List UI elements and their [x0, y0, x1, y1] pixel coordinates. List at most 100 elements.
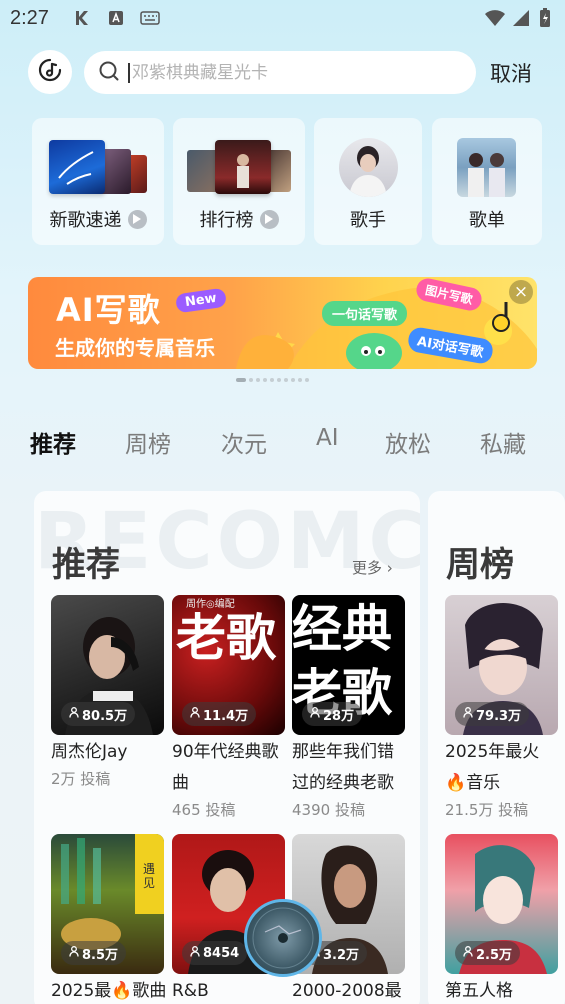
play-count: 28万	[323, 708, 355, 724]
more-link[interactable]: 更多 ›	[352, 557, 393, 578]
search-icon	[98, 60, 120, 86]
keyboard-icon	[140, 9, 160, 27]
playlist-cover: 79.3万	[445, 595, 558, 735]
user-icon	[190, 706, 200, 722]
play-count-badge: 8454	[182, 941, 248, 965]
playlist-subtitle: 21.5万 投稿	[445, 801, 529, 819]
panel-title: 推荐	[52, 545, 120, 585]
new-songs-thumbnail	[49, 140, 149, 196]
wifi-icon	[483, 9, 507, 27]
play-icon	[259, 209, 279, 229]
user-icon	[463, 706, 473, 722]
play-count-badge: 8.5万	[61, 941, 127, 965]
playlist-cover: 遇见 8.5万	[51, 834, 164, 974]
charts-thumbnail	[187, 140, 291, 196]
playlist-title: 90年代经典歌曲	[172, 742, 279, 793]
playlist-subtitle: 465 投稿	[172, 801, 236, 819]
pagination-dot	[249, 378, 253, 382]
user-icon	[69, 706, 79, 722]
cancel-button[interactable]: 取消	[490, 58, 532, 88]
category-tabs: 推荐 周榜 次元 AI 放松 私藏	[30, 425, 565, 459]
playlist-card[interactable]: 79.3万 2025年最火🔥音乐 21.5万 投稿	[445, 595, 558, 820]
banner-close-button[interactable]: ×	[509, 280, 533, 304]
music-recognize-icon	[37, 57, 63, 87]
status-bar: 2:27	[0, 0, 565, 38]
panel-title: 周榜	[446, 545, 514, 585]
play-count: 79.3万	[476, 708, 522, 724]
playlist-card[interactable]: 周作◎编配 老歌 11.4万 90年代经典歌曲 465 投稿	[172, 595, 290, 820]
tab-weekly[interactable]: 周榜	[125, 425, 221, 459]
tab-relax[interactable]: 放松	[385, 425, 480, 459]
pagination-dot	[277, 378, 281, 382]
quick-link-label: 新歌速递	[49, 210, 122, 231]
tab-ai[interactable]: AI	[316, 425, 385, 459]
pagination-dot	[256, 378, 260, 382]
play-count-badge: 2.5万	[455, 941, 521, 965]
music-recognize-button[interactable]	[28, 50, 72, 94]
play-count: 8454	[203, 945, 240, 961]
search-input[interactable]	[128, 62, 448, 83]
playlist-title: 周杰伦Jay	[51, 742, 128, 762]
play-icon	[127, 209, 147, 229]
disc-art	[252, 907, 314, 969]
playlist-cover: 周作◎编配 老歌 11.4万	[172, 595, 285, 735]
playlist-title: 第五人格	[445, 981, 513, 1001]
quick-link-new-songs[interactable]: 新歌速递	[32, 118, 164, 245]
playlist-title: 2025最🔥歌曲	[51, 981, 167, 1001]
play-count: 2.5万	[476, 947, 513, 963]
play-count-badge: 28万	[302, 702, 363, 726]
status-time: 2:27	[10, 7, 49, 29]
playlist-card[interactable]: 经典老歌 28万 那些年我们错过的经典老歌 4390 投稿	[292, 595, 410, 820]
playlist-title: 2000-2008最	[292, 981, 402, 1001]
chevron-right-icon: ›	[386, 559, 393, 577]
a-box-icon	[106, 9, 126, 27]
playlist-cover: 经典老歌 28万	[292, 595, 405, 735]
playlist-subtitle: 4390 投稿	[292, 801, 365, 819]
user-icon	[190, 945, 200, 961]
banner-subtitle: 生成你的专属音乐	[55, 336, 215, 360]
play-count-badge: 80.5万	[61, 702, 136, 726]
user-icon	[463, 945, 473, 961]
pagination-dot	[270, 378, 274, 382]
play-count: 80.5万	[82, 708, 128, 724]
pagination-dot	[305, 378, 309, 382]
play-count-badge: 79.3万	[455, 702, 530, 726]
pagination-dot	[298, 378, 302, 382]
tab-private[interactable]: 私藏	[480, 425, 560, 459]
playlist-title: 2025年最火🔥音乐	[445, 742, 540, 793]
quick-link-label: 歌单	[469, 210, 505, 231]
signal-icon	[511, 9, 531, 27]
quick-link-playlists[interactable]: 歌单	[432, 118, 542, 245]
cover-sign-text: 遇见	[143, 862, 156, 890]
singer-avatar	[339, 138, 398, 197]
pagination-dot	[291, 378, 295, 382]
play-count: 3.2万	[323, 947, 360, 963]
play-count-badge: 11.4万	[182, 702, 257, 726]
playlist-card[interactable]: 遇见 8.5万 2025最🔥歌曲	[51, 834, 169, 1004]
playlist-title: R&B	[172, 981, 209, 1001]
playlist-thumbnail	[457, 138, 516, 197]
playlist-card[interactable]: 80.5万 周杰伦Jay 2万 投稿	[51, 595, 169, 789]
playlist-cover: 80.5万	[51, 595, 164, 735]
playlist-title: 那些年我们错过的经典老歌	[292, 742, 394, 793]
search-bar[interactable]	[84, 51, 476, 94]
banner-pagination	[236, 378, 309, 382]
pagination-dot	[284, 378, 288, 382]
quick-link-label: 歌手	[350, 210, 386, 231]
playlist-subtitle: 2万 投稿	[51, 770, 111, 788]
close-icon: ×	[513, 282, 529, 302]
cover-title-text: 老歌	[176, 608, 276, 667]
user-icon	[69, 945, 79, 961]
user-icon	[310, 706, 320, 722]
quick-link-singers[interactable]: 歌手	[314, 118, 422, 245]
playlist-card[interactable]: 2.5万 第五人格	[445, 834, 558, 1004]
tab-anime[interactable]: 次元	[221, 425, 316, 459]
battery-charging-icon	[538, 8, 552, 27]
play-count: 8.5万	[82, 947, 119, 963]
quick-link-label: 排行榜	[199, 210, 254, 231]
floating-player-disc[interactable]	[244, 899, 322, 977]
banner-chip: 一句话写歌	[322, 301, 408, 326]
quick-link-charts[interactable]: 排行榜	[173, 118, 305, 245]
ai-song-banner[interactable]: AI写歌 生成你的专属音乐 New 一句话写歌 图片写歌 AI对话写歌 ×	[28, 277, 537, 369]
tab-recommend[interactable]: 推荐	[30, 425, 125, 459]
